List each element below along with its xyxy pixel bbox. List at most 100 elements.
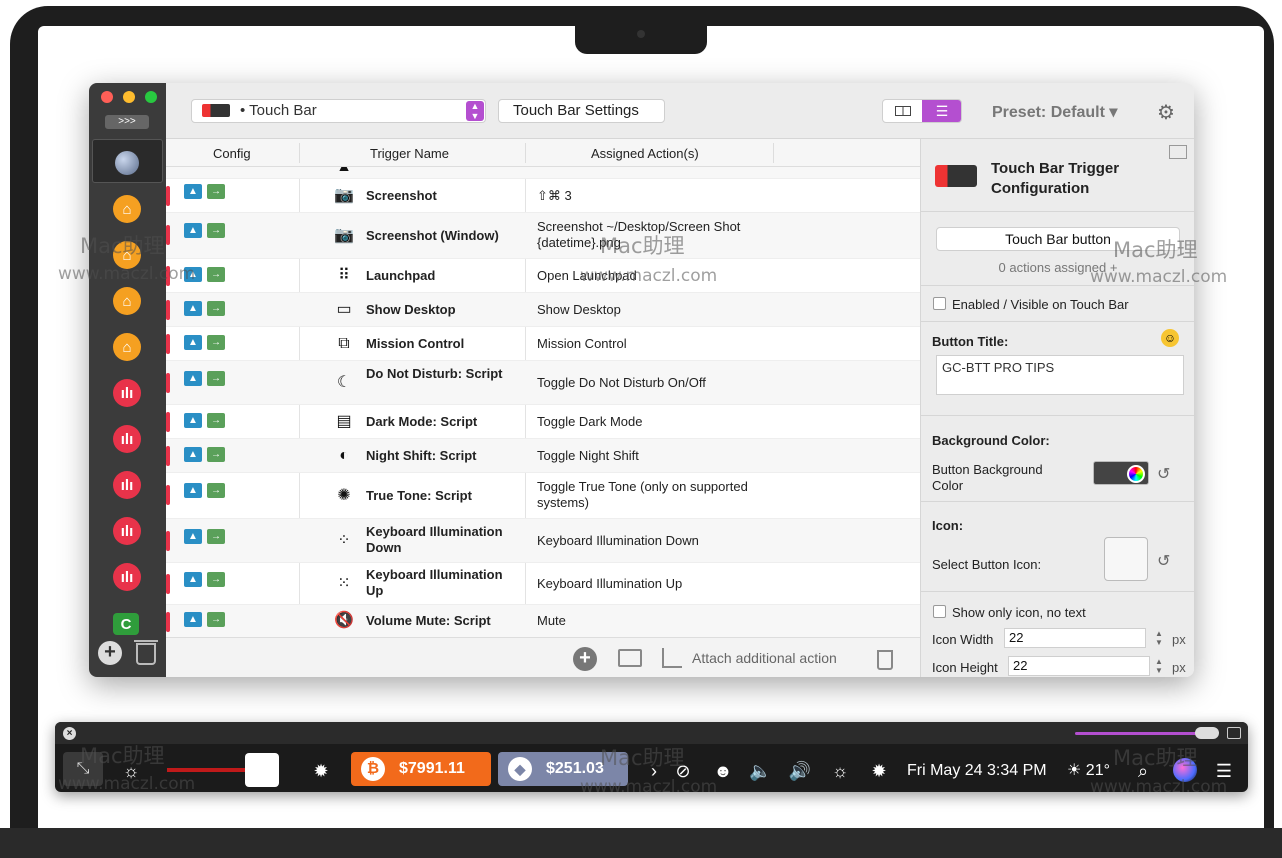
run-trigger-button[interactable]: → <box>207 572 225 587</box>
enabled-checkbox[interactable] <box>933 297 946 310</box>
table-row[interactable]: ▲ → 📷 Screenshot ⇧⌘ 3 <box>166 179 920 213</box>
app-window: >>> ⌂ ⌂ ⌂ ⌂ ılı ılı ılı ılı ılı C + • To… <box>89 83 1194 677</box>
add-app-button[interactable]: + <box>98 641 122 665</box>
run-trigger-button[interactable]: → <box>207 267 225 282</box>
column-header-config[interactable]: Config <box>213 146 251 161</box>
bitcoin-price-button[interactable]: ₿ $7991.11 <box>351 752 491 786</box>
run-trigger-button[interactable]: → <box>207 301 225 316</box>
audio-app-icon[interactable]: ılı <box>113 425 141 453</box>
move-up-button[interactable]: ▲ <box>184 301 202 316</box>
preset-selector[interactable]: Preset: Default ▾ <box>992 102 1117 122</box>
camtasia-app-icon[interactable]: C <box>113 613 139 635</box>
icon-width-stepper[interactable]: ▲ ▼ <box>1154 629 1164 647</box>
only-icon-checkbox[interactable] <box>933 605 946 618</box>
divider <box>921 501 1194 502</box>
table-row[interactable]: ▲ → ⠿ Launchpad Open Launchpad <box>166 259 920 293</box>
watermark-url: www.maczl.com <box>1090 777 1228 797</box>
audio-app-icon[interactable]: ılı <box>113 563 141 591</box>
emoji-picker-icon[interactable]: ☺ <box>1161 329 1179 347</box>
watermark-brand: Mac助理 <box>1113 746 1198 770</box>
table-row[interactable]: ▲ → 🔇 Volume Mute: Script Mute <box>166 605 920 637</box>
home-app-icon[interactable]: ⌂ <box>113 333 141 361</box>
device-select[interactable]: • Touch Bar ▲ ▼ <box>191 99 486 123</box>
volume-down-icon[interactable]: 🔈 <box>749 756 771 786</box>
detach-panel-icon[interactable] <box>1169 145 1187 159</box>
run-trigger-button[interactable]: → <box>207 371 225 386</box>
move-up-button[interactable]: ▲ <box>184 483 202 498</box>
list-view-button[interactable]: ☰ <box>922 100 961 122</box>
column-header-trigger-name[interactable]: Trigger Name <box>370 146 449 161</box>
unit-label: px <box>1172 632 1186 647</box>
icon-height-stepper[interactable]: ▲ ▼ <box>1154 657 1164 675</box>
move-up-button[interactable]: ▲ <box>184 371 202 386</box>
keyboard-light-down-icon[interactable]: ☼ <box>828 756 852 786</box>
audio-app-icon[interactable]: ılı <box>113 379 141 407</box>
size-slider-knob[interactable] <box>1195 727 1219 739</box>
icon-height-field[interactable]: 22 <box>1008 656 1150 676</box>
run-trigger-button[interactable]: → <box>207 223 225 238</box>
audio-app-icon[interactable]: ılı <box>113 471 141 499</box>
zoom-window-button[interactable] <box>145 91 157 103</box>
table-row[interactable]: ▲ → ⧉ Mission Control Mission Control <box>166 327 920 361</box>
run-trigger-button[interactable]: → <box>207 413 225 428</box>
move-up-button[interactable]: ▲ <box>184 413 202 428</box>
reset-color-icon[interactable]: ↺ <box>1157 464 1170 484</box>
run-trigger-button[interactable]: → <box>207 483 225 498</box>
audio-app-icon[interactable]: ılı <box>113 517 141 545</box>
table-row[interactable]: ▲ → ⁘ Keyboard Illumination Down Keyboar… <box>166 519 920 563</box>
camera-icon <box>637 30 645 38</box>
minimize-window-button[interactable] <box>123 91 135 103</box>
trash-icon[interactable] <box>877 650 893 670</box>
view-segmented-control[interactable]: ☰ <box>882 99 962 123</box>
column-header-actions[interactable]: Assigned Action(s) <box>591 146 699 161</box>
columns-view-button[interactable] <box>883 100 922 122</box>
home-app-icon[interactable]: ⌂ <box>113 287 141 315</box>
icon-width-field[interactable]: 22 <box>1004 628 1146 648</box>
table-row[interactable]: ▲ → ✺ True Tone: Script Toggle True Tone… <box>166 473 920 519</box>
home-app-icon[interactable]: ⌂ <box>113 195 141 223</box>
touchbar-settings-button[interactable]: Touch Bar Settings <box>498 99 665 123</box>
volume-up-icon[interactable]: 🔊 <box>787 756 813 786</box>
attach-action-button[interactable]: Attach additional action <box>692 650 837 666</box>
reset-icon-icon[interactable]: ↺ <box>1157 551 1170 571</box>
close-window-button[interactable] <box>101 91 113 103</box>
close-icon[interactable]: × <box>63 727 76 740</box>
table-row-partial[interactable]: ▲ <box>166 167 920 179</box>
trigger-rows: ▲ ▲ → 📷 Screenshot ⇧⌘ 3 ▲ → 📷 Screenshot… <box>166 167 920 637</box>
run-trigger-button[interactable]: → <box>207 447 225 462</box>
camera-notch <box>575 24 707 54</box>
add-action-button[interactable]: + <box>573 647 597 671</box>
move-up-button[interactable]: ▲ <box>184 572 202 587</box>
only-icon-label: Show only icon, no text <box>952 605 1086 620</box>
table-row[interactable]: ▲ → ◐ Night Shift: Script Toggle Night S… <box>166 439 920 473</box>
gear-icon[interactable]: ⚙ <box>1157 100 1175 125</box>
run-trigger-button[interactable]: → <box>207 335 225 350</box>
run-trigger-button[interactable]: → <box>207 612 225 627</box>
run-trigger-button[interactable]: → <box>207 184 225 199</box>
icon-well[interactable] <box>1104 537 1148 581</box>
trigger-config-panel: Touch Bar Trigger Configuration Touch Ba… <box>920 139 1194 677</box>
clock-widget[interactable]: Fri May 24 3:34 PM <box>907 756 1047 786</box>
trash-icon[interactable] <box>134 640 158 665</box>
move-up-button[interactable]: ▲ <box>184 335 202 350</box>
expand-rail-button[interactable]: >>> <box>105 115 149 129</box>
keyboard-light-up-icon[interactable]: ✹ <box>867 756 891 786</box>
table-row[interactable]: ▲ → ⁙ Keyboard Illumination Up Keyboard … <box>166 563 920 605</box>
run-trigger-button[interactable]: → <box>207 529 225 544</box>
brightness-slider-knob[interactable] <box>245 753 279 787</box>
table-row[interactable]: ▲ → ▤ Dark Mode: Script Toggle Dark Mode <box>166 405 920 439</box>
table-row[interactable]: ▲ → ☾ Do Not Disturb: Script Toggle Do N… <box>166 361 920 405</box>
move-up-button[interactable]: ▲ <box>184 612 202 627</box>
move-up-button[interactable]: ▲ <box>184 447 202 462</box>
move-up-button[interactable]: ▲ <box>184 184 202 199</box>
table-row[interactable]: ▲ → ▭ Show Desktop Show Desktop <box>166 293 920 327</box>
color-wheel-icon[interactable] <box>1127 465 1145 483</box>
move-up-button[interactable]: ▲ <box>184 529 202 544</box>
button-title-field[interactable]: GC-BTT PRO TIPS <box>936 355 1184 395</box>
table-row[interactable]: ▲ → 📷 Screenshot (Window) Screenshot ~/D… <box>166 213 920 259</box>
size-slider[interactable] <box>1075 732 1211 735</box>
move-up-button[interactable]: ▲ <box>184 223 202 238</box>
brightness-high-icon[interactable]: ✹ <box>309 756 333 786</box>
new-folder-icon[interactable] <box>618 649 642 667</box>
camera-icon[interactable] <box>1227 727 1241 739</box>
